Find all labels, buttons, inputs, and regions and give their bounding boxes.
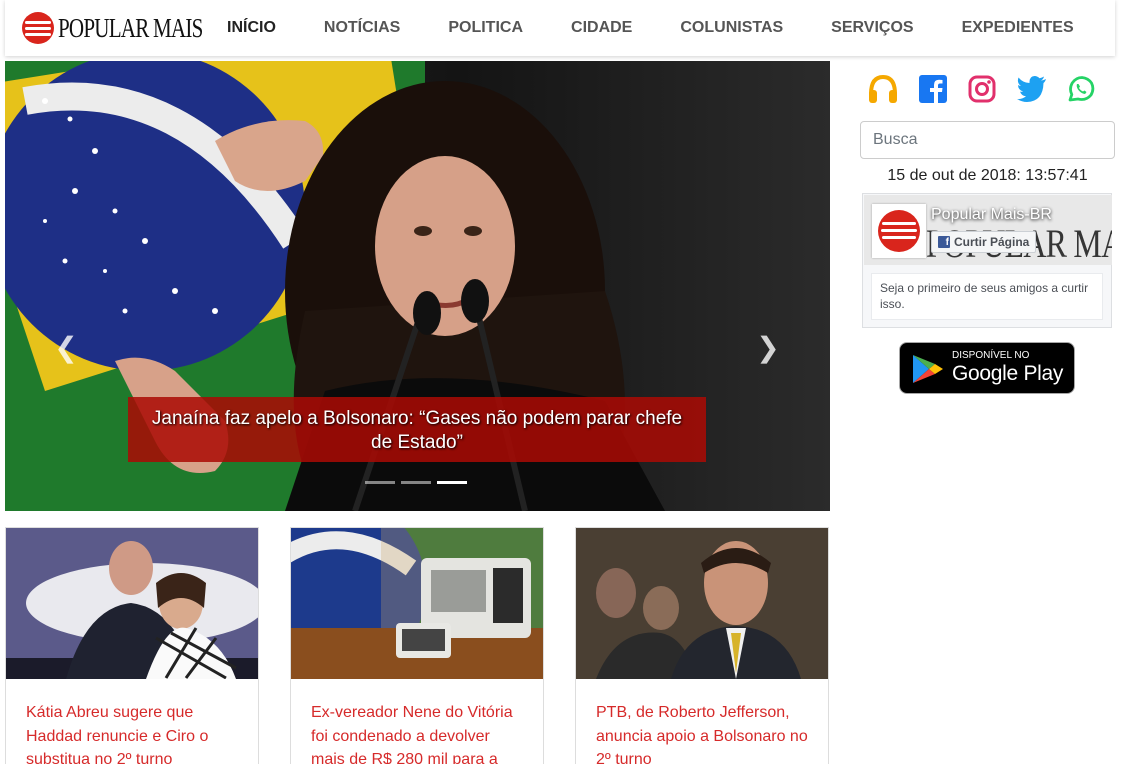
facebook-f-icon: f (938, 236, 950, 248)
news-card-title[interactable]: Ex-vereador Nene do Vitória foi condenad… (291, 679, 543, 764)
news-card[interactable]: Kátia Abreu sugere que Haddad renuncie e… (5, 527, 259, 764)
nav-item-politica[interactable]: POLITICA (448, 19, 523, 37)
facebook-page-widget: POPULAR MAIS Popular Mais-BR f Curtir Pá… (862, 193, 1112, 328)
headphones-icon[interactable] (866, 72, 900, 106)
nav-item-cidade[interactable]: CIDADE (571, 19, 632, 37)
facebook-like-label: Curtir Página (954, 235, 1030, 249)
carousel-indicators (365, 481, 473, 484)
logo-text: POPULAR MAIS (58, 12, 203, 43)
news-card[interactable]: Ex-vereador Nene do Vitória foi condenad… (290, 527, 544, 764)
logo-mark-icon (22, 12, 54, 44)
instagram-icon[interactable] (965, 72, 999, 106)
news-card-image (576, 528, 828, 679)
carousel-caption[interactable]: Janaína faz apelo a Bolsonaro: “Gases nã… (128, 397, 706, 462)
site-logo[interactable]: POPULAR MAIS (22, 10, 243, 46)
nav-item-expedientes[interactable]: EXPEDIENTES (962, 19, 1074, 37)
main-nav: INÍCIO NOTÍCIAS POLITICA CIDADE COLUNIST… (227, 0, 1074, 56)
twitter-icon[interactable] (1015, 72, 1049, 106)
google-play-badge[interactable]: DISPONÍVEL NO Google Play (899, 342, 1075, 394)
facebook-like-button[interactable]: f Curtir Página (931, 231, 1037, 253)
carousel-next-button[interactable]: ❯ (753, 331, 783, 364)
carousel-prev-button[interactable]: ❮ (51, 331, 81, 364)
nav-item-colunistas[interactable]: COLUNISTAS (680, 19, 783, 37)
google-play-big-text: Google Play (952, 362, 1064, 385)
chevron-right-icon: ❯ (756, 331, 780, 364)
facebook-friends-text: Seja o primeiro de seus amigos a curtir … (871, 273, 1103, 320)
facebook-cover-image: POPULAR MAIS Popular Mais-BR f Curtir Pá… (864, 195, 1112, 265)
news-card-image (291, 528, 543, 679)
logo-mark-icon (878, 210, 920, 252)
carousel-indicator[interactable] (401, 481, 431, 484)
facebook-page-name[interactable]: Popular Mais-BR (931, 206, 1052, 224)
chevron-left-icon: ❮ (54, 331, 78, 364)
carousel-indicator-active[interactable] (437, 481, 467, 484)
nav-item-inicio[interactable]: INÍCIO (227, 19, 276, 37)
news-card-title[interactable]: Kátia Abreu sugere que Haddad renuncie e… (6, 679, 258, 764)
google-play-icon (913, 355, 943, 383)
current-datetime: 15 de out de 2018: 13:57:41 (887, 167, 1088, 184)
nav-item-servicos[interactable]: SERVIÇOS (831, 19, 913, 37)
carousel-indicator[interactable] (365, 481, 395, 484)
facebook-icon[interactable] (916, 72, 950, 106)
news-card-image (6, 528, 258, 679)
nav-item-noticias[interactable]: NOTÍCIAS (324, 19, 400, 37)
facebook-page-avatar[interactable] (872, 204, 926, 258)
top-navbar: POPULAR MAIS INÍCIO NOTÍCIAS POLITICA CI… (5, 0, 1115, 56)
news-card-title[interactable]: PTB, de Roberto Jefferson, anuncia apoio… (576, 679, 828, 764)
social-links (866, 72, 1098, 106)
news-carousel[interactable]: ❮ ❯ Janaína faz apelo a Bolsonaro: “Gase… (5, 61, 830, 511)
news-card[interactable]: PTB, de Roberto Jefferson, anuncia apoio… (575, 527, 829, 764)
whatsapp-icon[interactable] (1064, 72, 1098, 106)
google-play-small-text: DISPONÍVEL NO (952, 350, 1030, 361)
search-input[interactable] (860, 121, 1115, 159)
